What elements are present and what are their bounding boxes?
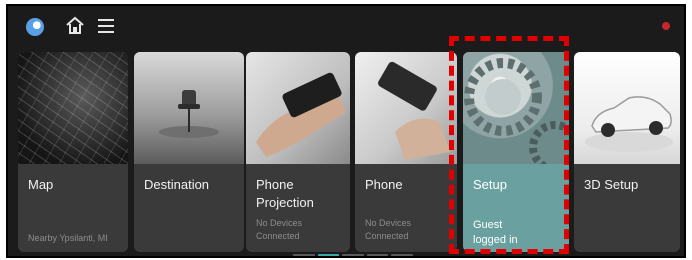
phone-image [355,52,457,164]
map-subtitle: Nearby Ypsilanti, MI [28,233,108,243]
menu-icon[interactable] [98,19,114,33]
car-icon [585,96,673,152]
pushpin-icon [159,90,219,138]
page-dot[interactable] [391,254,413,256]
page-dot-active[interactable] [317,254,340,256]
3d-setup-title: 3D Setup [584,177,639,192]
gear-icon [464,58,569,173]
page-dot[interactable] [366,254,389,256]
map-tile[interactable]: Map Nearby Ypsilanti, MI [18,52,128,252]
page-dot[interactable] [293,254,315,256]
map-title: Map [28,177,54,192]
destination-tile[interactable]: Destination [134,52,244,252]
destination-title: Destination [144,177,210,192]
setup-tile[interactable]: Setup Guest logged in [463,52,569,252]
page-dot[interactable] [342,254,364,256]
phone-subtitle: No Devices Connected [365,218,412,241]
phone-title: Phone [365,177,403,192]
phone-projection-tile[interactable]: Phone Projection No Devices Connected [246,52,350,252]
globe-icon[interactable] [26,18,44,36]
top-bar [8,6,684,46]
page-indicator[interactable] [293,254,413,256]
gears-image [463,52,569,173]
map-image [18,52,128,164]
phone-in-hand-image [246,52,350,164]
phone-tile[interactable]: Phone No Devices Connected [355,52,457,252]
setup-title: Setup [473,177,507,192]
phone-hand-icon [256,72,346,157]
home-screen: Map Nearby Ypsilanti, MI Destination Pho… [6,4,686,258]
pushpin-image [134,52,244,164]
3d-setup-tile[interactable]: 3D Setup [574,52,680,252]
phone-projection-title: Phone Projection [256,177,314,210]
car-image [574,52,680,164]
setup-subtitle: Guest logged in [473,219,518,246]
phone-projection-subtitle: No Devices Connected [256,218,303,241]
status-indicator-icon [662,22,670,30]
phone-device-icon [378,61,450,160]
home-icon[interactable] [64,14,86,36]
